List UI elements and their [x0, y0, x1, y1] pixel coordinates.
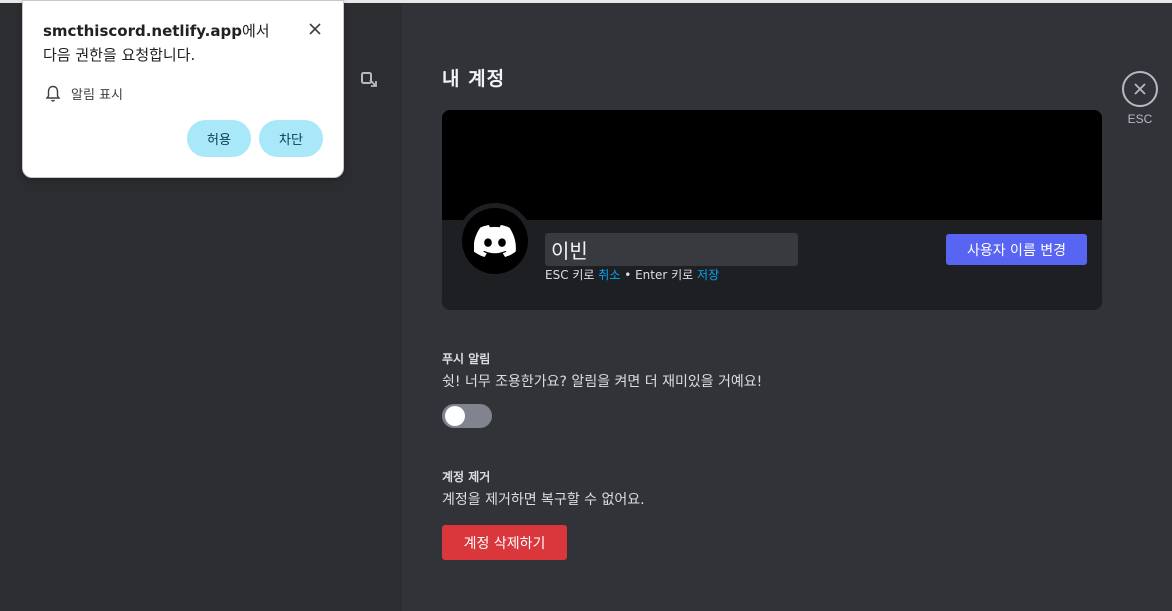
close-icon — [309, 23, 321, 35]
delete-account-button[interactable]: 계정 삭제하기 — [442, 525, 567, 560]
push-notification-toggle[interactable] — [442, 404, 492, 428]
permission-item: 알림 표시 — [45, 84, 123, 103]
close-icon — [1134, 83, 1146, 95]
screen-share-icon[interactable] — [361, 71, 377, 87]
permission-request-text: smcthiscord.netlify.app에서 다음 권한을 요청합니다. — [43, 19, 288, 67]
permission-origin: smcthiscord.netlify.app — [43, 22, 242, 40]
close-button[interactable] — [1122, 71, 1158, 107]
close-label: ESC — [1127, 112, 1153, 126]
popup-close-button[interactable] — [307, 21, 323, 37]
permission-popup: smcthiscord.netlify.app에서 다음 권한을 요청합니다. … — [22, 0, 344, 178]
hint-esc: ESC 키로 — [545, 268, 599, 282]
bell-icon — [45, 85, 61, 102]
permission-label: 알림 표시 — [71, 88, 123, 103]
toggle-knob — [445, 406, 465, 426]
remove-account-description: 계정을 제거하면 복구할 수 없어요. — [442, 492, 645, 508]
push-notification-label: 푸시 알림 — [442, 352, 491, 366]
block-button[interactable]: 차단 — [259, 120, 323, 157]
cancel-link[interactable]: 취소 — [598, 268, 620, 282]
page-title: 내 계정 — [442, 68, 506, 90]
avatar[interactable] — [457, 203, 533, 279]
close-settings: ESC — [1122, 71, 1158, 126]
username-input[interactable] — [545, 233, 798, 266]
save-link[interactable]: 저장 — [697, 268, 719, 282]
change-username-button[interactable]: 사용자 이름 변경 — [946, 234, 1087, 265]
allow-button[interactable]: 허용 — [187, 120, 251, 157]
discord-logo-icon — [462, 208, 528, 274]
edit-hint: ESC 키로 취소 • Enter 키로 저장 — [545, 266, 719, 283]
profile-card: ESC 키로 취소 • Enter 키로 저장 사용자 이름 변경 — [442, 110, 1102, 310]
profile-banner — [442, 110, 1102, 220]
hint-enter: • Enter 키로 — [620, 268, 698, 282]
push-notification-description: 쉿! 너무 조용한가요? 알림을 켜면 더 재미있을 거예요! — [442, 374, 763, 390]
remove-account-label: 계정 제거 — [442, 470, 491, 484]
